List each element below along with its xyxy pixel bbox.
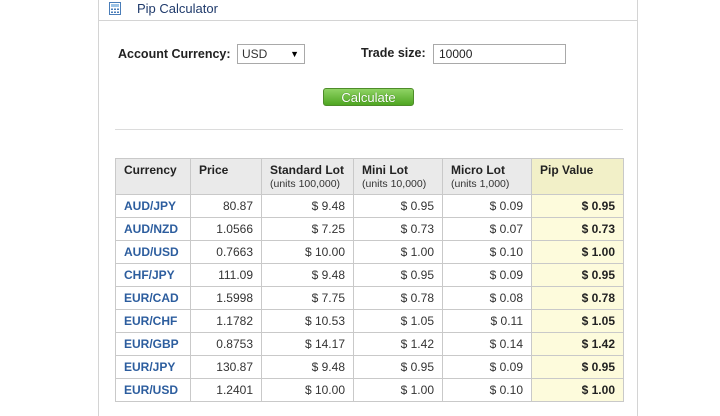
cell-mini-lot: $ 1.05 [353,309,443,333]
cell-price: 1.5998 [190,286,262,310]
table-row: AUD/NZD 1.0566 $ 7.25 $ 0.73 $ 0.07 $ 0.73 [115,217,624,241]
cell-mini-lot: $ 1.00 [353,240,443,264]
cell-micro-lot: $ 0.08 [442,286,532,310]
cell-standard-lot: $ 7.25 [261,217,354,241]
cell-mini-lot: $ 0.95 [353,263,443,287]
table-row: EUR/JPY 130.87 $ 9.48 $ 0.95 $ 0.09 $ 0.95 [115,355,624,379]
cell-mini-lot: $ 0.78 [353,286,443,310]
cell-mini-lot: $ 0.95 [353,194,443,218]
trade-size-input[interactable]: 10000 [433,44,566,64]
cell-standard-lot: $ 9.48 [261,355,354,379]
calculator-icon [109,2,121,15]
column-header-micro-lot: Micro Lot (units 1,000) [442,158,532,195]
cell-price: 0.7663 [190,240,262,264]
cell-micro-lot: $ 0.07 [442,217,532,241]
cell-pip-value: $ 0.78 [531,286,624,310]
cell-currency[interactable]: EUR/USD [115,378,191,402]
column-header-currency: Currency [115,158,191,195]
table-row: AUD/USD 0.7663 $ 10.00 $ 1.00 $ 0.10 $ 1.00 [115,240,624,264]
cell-currency[interactable]: EUR/JPY [115,355,191,379]
cell-standard-lot: $ 10.53 [261,309,354,333]
cell-standard-lot: $ 9.48 [261,263,354,287]
column-header-pip-value: Pip Value [531,158,624,195]
cell-micro-lot: $ 0.14 [442,332,532,356]
cell-pip-value: $ 1.00 [531,378,624,402]
cell-currency[interactable]: AUD/JPY [115,194,191,218]
table-row: AUD/JPY 80.87 $ 9.48 $ 0.95 $ 0.09 $ 0.95 [115,194,624,218]
cell-micro-lot: $ 0.11 [442,309,532,333]
divider [115,129,623,130]
cell-currency[interactable]: EUR/CAD [115,286,191,310]
cell-currency[interactable]: EUR/CHF [115,309,191,333]
cell-currency[interactable]: CHF/JPY [115,263,191,287]
cell-pip-value: $ 0.73 [531,217,624,241]
cell-standard-lot: $ 10.00 [261,240,354,264]
cell-mini-lot: $ 1.42 [353,332,443,356]
cell-standard-lot: $ 14.17 [261,332,354,356]
column-header-price: Price [190,158,262,195]
pip-calculator-panel: Pip Calculator Account Currency: USD ▼ T… [98,0,638,416]
cell-micro-lot: $ 0.10 [442,378,532,402]
cell-currency[interactable]: EUR/GBP [115,332,191,356]
cell-price: 1.0566 [190,217,262,241]
calculate-button[interactable]: Calculate [323,88,414,106]
cell-micro-lot: $ 0.09 [442,194,532,218]
table-row: EUR/CHF 1.1782 $ 10.53 $ 1.05 $ 0.11 $ 1.05 [115,309,624,333]
table-row: EUR/CAD 1.5998 $ 7.75 $ 0.78 $ 0.08 $ 0.78 [115,286,624,310]
pip-value-table: Currency Price Standard Lot (units 100,00… [115,158,624,402]
account-currency-value: USD [242,47,268,61]
cell-micro-lot: $ 0.10 [442,240,532,264]
cell-price: 111.09 [190,263,262,287]
table-row: EUR/USD 1.2401 $ 10.00 $ 1.00 $ 0.10 $ 1.00 [115,378,624,402]
cell-price: 0.8753 [190,332,262,356]
cell-standard-lot: $ 10.00 [261,378,354,402]
table-row: EUR/GBP 0.8753 $ 14.17 $ 1.42 $ 0.14 $ 1.42 [115,332,624,356]
cell-price: 130.87 [190,355,262,379]
column-header-standard-lot: Standard Lot (units 100,000) [261,158,354,195]
cell-standard-lot: $ 7.75 [261,286,354,310]
table-row: CHF/JPY 111.09 $ 9.48 $ 0.95 $ 0.09 $ 0.95 [115,263,624,287]
cell-price: 80.87 [190,194,262,218]
account-currency-select[interactable]: USD ▼ [237,44,305,64]
cell-pip-value: $ 0.95 [531,355,624,379]
account-currency-label: Account Currency: [118,47,231,61]
cell-pip-value: $ 1.42 [531,332,624,356]
cell-pip-value: $ 0.95 [531,194,624,218]
cell-standard-lot: $ 9.48 [261,194,354,218]
panel-title: Pip Calculator [137,1,218,16]
cell-price: 1.2401 [190,378,262,402]
panel-header: Pip Calculator [99,0,637,21]
cell-currency[interactable]: AUD/NZD [115,217,191,241]
dropdown-arrow-icon: ▼ [290,49,299,59]
cell-mini-lot: $ 1.00 [353,378,443,402]
table-header-row: Currency Price Standard Lot (units 100,00… [115,158,624,195]
cell-pip-value: $ 1.05 [531,309,624,333]
trade-size-label: Trade size: [361,46,426,60]
cell-micro-lot: $ 0.09 [442,263,532,287]
cell-mini-lot: $ 0.95 [353,355,443,379]
cell-pip-value: $ 1.00 [531,240,624,264]
cell-currency[interactable]: AUD/USD [115,240,191,264]
column-header-mini-lot: Mini Lot (units 10,000) [353,158,443,195]
cell-pip-value: $ 0.95 [531,263,624,287]
cell-micro-lot: $ 0.09 [442,355,532,379]
cell-mini-lot: $ 0.73 [353,217,443,241]
cell-price: 1.1782 [190,309,262,333]
